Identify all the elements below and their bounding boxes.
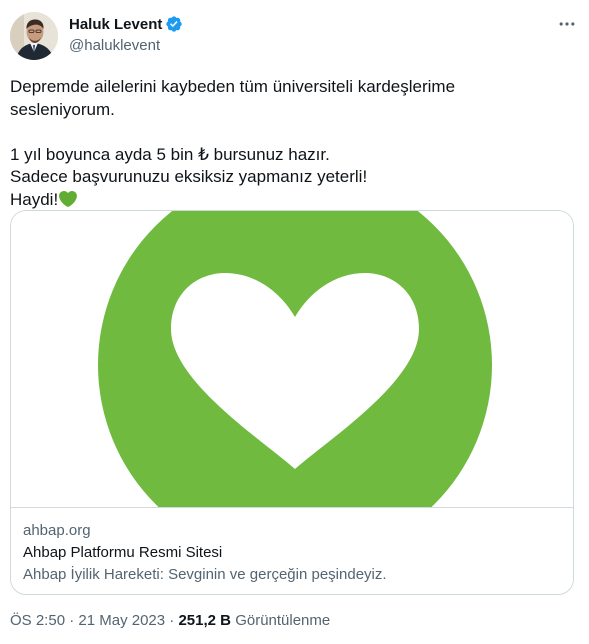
views-count: 251,2 B — [178, 612, 232, 629]
ahbap-heart-logo-icon — [11, 211, 573, 507]
tweet-time-link[interactable]: ÖS 2:50 — [10, 612, 65, 629]
tweet-text-line: Haydi! — [10, 189, 59, 209]
tweet-text-last-line: Haydi! — [10, 189, 570, 212]
card-description: Ahbap İyilik Hareketi: Sevginin ve gerçe… — [23, 566, 387, 583]
link-preview-card[interactable]: ahbap.org Ahbap Platformu Resmi Sitesi A… — [10, 210, 574, 595]
tweet-date-link[interactable]: 21 May 2023 — [78, 612, 165, 629]
tweet: Haluk Levent @haluklevent Depremde ailel… — [0, 0, 589, 644]
avatar[interactable] — [10, 12, 58, 60]
card-title: Ahbap Platformu Resmi Sitesi — [23, 544, 223, 561]
green-heart-icon — [59, 190, 78, 208]
avatar-photo — [10, 12, 58, 60]
author-display-name[interactable]: Haluk Levent — [69, 16, 162, 33]
author-handle[interactable]: @haluklevent — [69, 37, 160, 54]
card-domain: ahbap.org — [23, 522, 91, 539]
views-label: Görüntülenme — [235, 612, 331, 629]
tweet-text-line: Sadece başvurunuzu eksiksiz yapmanız yet… — [10, 167, 368, 186]
card-divider — [11, 507, 573, 508]
views-link[interactable]: 251,2 B Görüntülenme — [178, 612, 330, 629]
tweet-metadata: ÖS 2:50 · 21 May 2023 · 251,2 B Görüntül… — [10, 612, 330, 629]
card-image — [11, 211, 573, 507]
meta-separator: · — [169, 612, 175, 629]
tweet-text-line: Depremde ailelerini kaybeden tüm ünivers… — [10, 77, 456, 96]
more-dots-icon — [559, 22, 575, 26]
more-options-button[interactable] — [552, 12, 582, 36]
tweet-text-line: sesleniyorum. — [10, 99, 115, 119]
verified-badge-icon — [165, 15, 183, 33]
meta-separator: · — [69, 612, 75, 629]
author-name-row: Haluk Levent — [69, 14, 183, 34]
tweet-text: Depremde ailelerini kaybeden tüm ünivers… — [10, 76, 570, 211]
tweet-text-line: 1 yıl boyunca ayda 5 bin ₺ bursunuz hazı… — [10, 144, 330, 164]
